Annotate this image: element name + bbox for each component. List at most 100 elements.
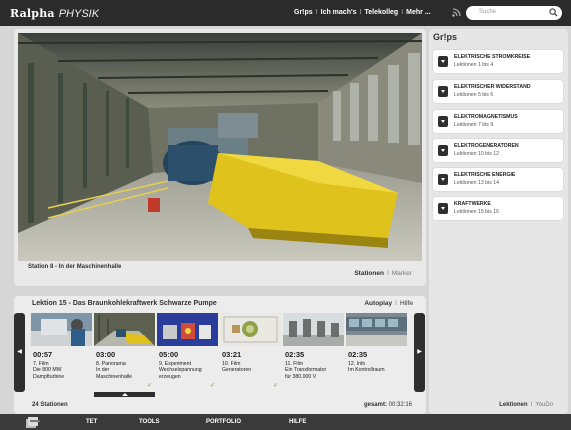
sidebar-lesson-card[interactable]: KRAFTWERKE Lektionen 15 bis 16 xyxy=(433,197,563,220)
bottom-nav-tet[interactable]: TET xyxy=(86,419,97,425)
station-description: 12. Info Im Kontrollraum xyxy=(348,361,406,374)
search-placeholder: Suche xyxy=(479,9,497,15)
lesson-card-title: ELEKTRISCHE STROMKREISE xyxy=(454,54,531,60)
total-value: 00:32:16 xyxy=(388,402,412,408)
subject-name: PHYSIK xyxy=(58,8,100,20)
arrow-right-icon: ▶ xyxy=(417,349,422,355)
station-name-line: für 380.000 V xyxy=(285,373,317,380)
scroll-left-button[interactable]: ◀ xyxy=(14,313,25,392)
lesson-panel: Lektion 15 - Das Braunkohlekraftwerk Sch… xyxy=(14,296,426,414)
sidebar-lesson-card[interactable]: ELEKTROMAGNETISMUS Lektionen 7 bis 9 xyxy=(433,110,563,133)
bottom-bar: TET TOOLS PORTFOLIO HILFE xyxy=(0,414,571,430)
station-tile[interactable]: 00:57 7. Film Die 800 MW Dampfturbine xyxy=(31,313,92,392)
stationen-link[interactable]: Stationen xyxy=(354,270,384,277)
toolbox-icon[interactable] xyxy=(24,416,42,429)
station-thumbnail xyxy=(346,313,407,346)
station-tile[interactable]: 05:00 9. Experiment Wechselspannung erzeug… xyxy=(157,313,218,392)
station-type: 7. Film xyxy=(33,361,49,367)
top-bar: Ralpha PHYSIK Gr!ps I Ich mach's I Telekolleg… xyxy=(0,0,571,26)
station-name-line: Dampfturbine xyxy=(33,373,65,380)
link-separator: I xyxy=(386,270,389,277)
sidebar-lesson-card[interactable]: ELEKTROGENERATOREN Lektionen 10 bis 12 xyxy=(433,139,563,162)
sidebar-lesson-card[interactable]: ELEKTRISCHE STROMKREISE Lektionen 1 bis … xyxy=(433,50,563,73)
station-description: 9. Experiment Wechselspannung erzeugen xyxy=(159,361,217,380)
lektionen-link[interactable]: Lektionen xyxy=(499,402,527,408)
nav-separator: I xyxy=(315,9,318,16)
completed-check-icon: ✓ xyxy=(146,383,152,389)
completed-check-icon: ✓ xyxy=(209,383,215,389)
expand-icon xyxy=(438,116,448,127)
sidebar-title: Gr!ps xyxy=(433,32,458,42)
panorama-image[interactable] xyxy=(18,33,422,261)
marker-link[interactable]: Marker xyxy=(392,270,412,277)
lesson-card-title: ELEKTRISCHE ENERGIE xyxy=(454,172,516,178)
lesson-card-title: KRAFTWERKE xyxy=(454,201,491,207)
completed-check-icon: ✓ xyxy=(272,383,278,389)
station-tile[interactable]: 02:35 12. Info Im Kontrollraum xyxy=(346,313,407,392)
station-name-line: Generatoren xyxy=(222,367,252,374)
current-station-indicator[interactable] xyxy=(94,392,155,397)
stations-count: 24 Stationen xyxy=(32,402,68,408)
station-thumbnail xyxy=(31,313,92,346)
sidebar-lesson-card[interactable]: ELEKTRISCHE ENERGIE Lektionen 13 bis 14 xyxy=(433,168,563,191)
station-thumbnail xyxy=(283,313,344,346)
station-type: 10. Film xyxy=(222,361,241,367)
brand-name: Ralpha xyxy=(10,7,55,20)
nav-telekolleg[interactable]: Telekolleg xyxy=(364,9,398,16)
search-icon[interactable] xyxy=(549,8,558,17)
nav-mehr[interactable]: Mehr ... xyxy=(406,9,431,16)
scroll-right-button[interactable]: ▶ xyxy=(414,313,425,392)
youdo-link[interactable]: YouDo xyxy=(535,402,553,408)
station-duration: 03:00 xyxy=(96,350,116,359)
link-separator: I xyxy=(530,402,533,408)
station-description: 11. Film Ein Transformator für 380.000 V xyxy=(285,361,343,380)
autoplay-link[interactable]: Autoplay xyxy=(364,300,392,307)
top-nav: Gr!ps I Ich mach's I Telekolleg I Mehr ... xyxy=(294,9,431,16)
expand-icon xyxy=(438,174,448,185)
rss-icon[interactable] xyxy=(452,8,461,17)
station-type: 12. Info xyxy=(348,361,366,367)
nav-ich-machs[interactable]: Ich mach's xyxy=(321,9,357,16)
nav-grips[interactable]: Gr!ps xyxy=(294,9,313,16)
station-type: 11. Film xyxy=(285,361,304,367)
total-label: gesamt: xyxy=(363,402,387,408)
station-thumbnail xyxy=(220,313,281,346)
station-duration: 00:57 xyxy=(33,350,53,359)
station-duration: 05:00 xyxy=(159,350,179,359)
station-tile[interactable]: 03:21 10. Film Generatoren ✓ xyxy=(220,313,281,392)
lesson-card-title: ELEKTROMAGNETISMUS xyxy=(454,114,518,120)
expand-icon xyxy=(438,145,448,156)
lesson-card-subtitle: Lektionen 15 bis 16 xyxy=(454,209,499,215)
bottom-nav-portfolio[interactable]: PORTFOLIO xyxy=(206,419,241,425)
bottom-nav-hilfe[interactable]: HILFE xyxy=(289,419,306,425)
nav-separator: I xyxy=(401,9,404,16)
station-type: 9. Experiment xyxy=(159,361,192,367)
station-tile[interactable]: 02:35 11. Film Ein Transformator für 380.0… xyxy=(283,313,344,392)
lesson-card-subtitle: Lektionen 5 bis 6 xyxy=(454,92,494,98)
arrow-left-icon: ◀ xyxy=(17,349,22,355)
lesson-card-subtitle: Lektionen 7 bis 9 xyxy=(454,122,494,128)
station-description: 8. Panorama In der Maschinenhalle xyxy=(96,361,154,380)
app-logo[interactable]: Ralpha PHYSIK xyxy=(10,7,99,20)
sidebar-footer-links: Lektionen I YouDo xyxy=(499,402,553,408)
view-mode-links: Stationen I Marker xyxy=(354,270,412,277)
station-name-line: Die 800 MW xyxy=(33,367,62,374)
lesson-links: Autoplay I Hilfe xyxy=(364,300,413,307)
station-title: Station 8 - In der Maschinenhalle xyxy=(28,264,122,270)
search-input[interactable]: Suche xyxy=(466,6,562,20)
station-tile-current[interactable]: 03:00 8. Panorama In der Maschinenhalle ✓ xyxy=(94,313,155,397)
hilfe-link[interactable]: Hilfe xyxy=(400,300,413,307)
lesson-title: Lektion 15 - Das Braunkohlekraftwerk Sch… xyxy=(32,300,217,307)
total-duration: gesamt: 00:32:16 xyxy=(364,402,412,408)
expand-icon xyxy=(438,203,448,214)
bottom-nav-tools[interactable]: TOOLS xyxy=(139,419,160,425)
station-description: 10. Film Generatoren xyxy=(222,361,280,374)
lesson-card-subtitle: Lektionen 10 bis 12 xyxy=(454,151,499,157)
station-duration: 03:21 xyxy=(222,350,242,359)
station-duration: 02:35 xyxy=(348,350,368,359)
station-name-line: Im Kontrollraum xyxy=(348,367,385,374)
link-separator: I xyxy=(395,300,397,307)
sidebar-lesson-card[interactable]: ELEKTRISCHER WIDERSTAND Lektionen 5 bis … xyxy=(433,80,563,103)
lesson-card-title: ELEKTROGENERATOREN xyxy=(454,143,519,149)
station-name-line: Wechselspannung xyxy=(159,367,202,374)
